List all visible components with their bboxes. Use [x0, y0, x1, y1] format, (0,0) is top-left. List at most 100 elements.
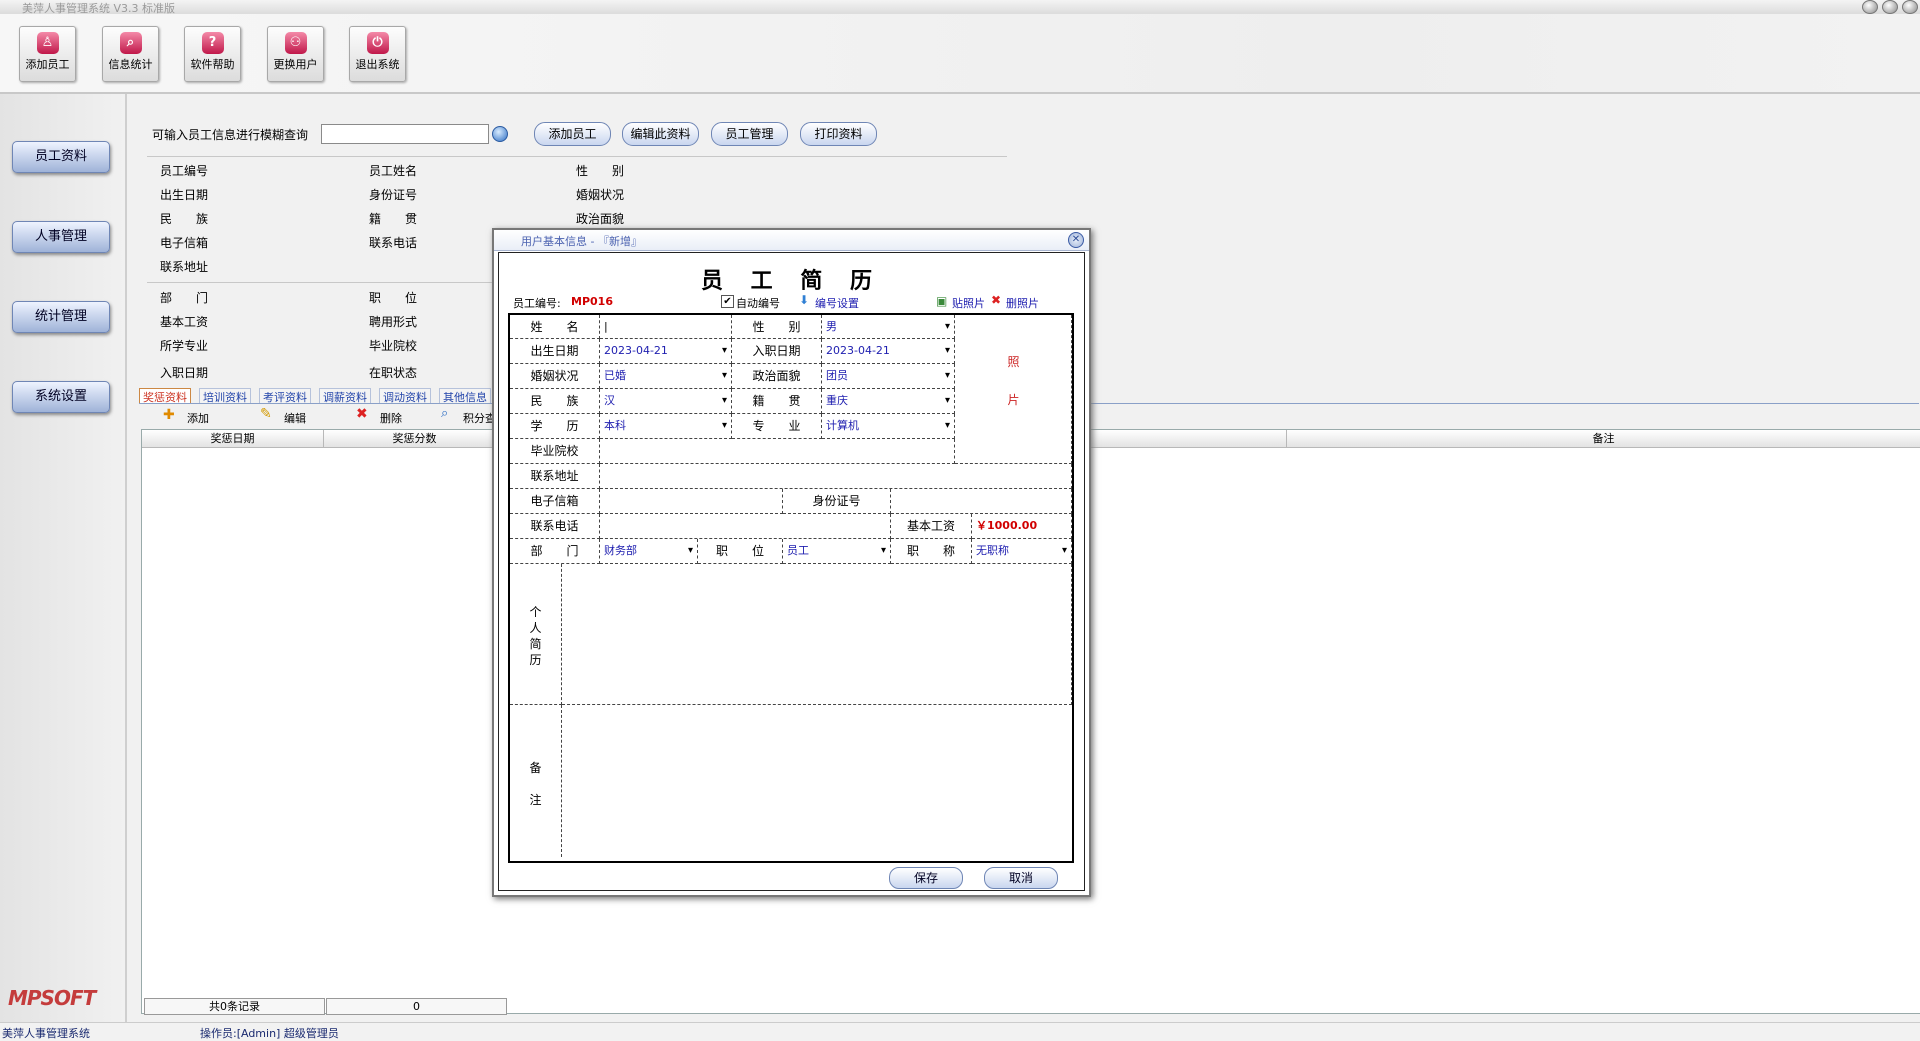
toolbar-add-employee-button[interactable]: ♙ 添加员工 — [19, 26, 76, 82]
photo-label: 片 — [1007, 393, 1020, 407]
main-toolbar: ♙ 添加员工 ⌕ 信息统计 ? 软件帮助 ⚇ 更换用户 ⏻ 退出系统 — [0, 14, 1920, 94]
close-icon[interactable] — [1902, 0, 1918, 14]
photo-label: 照 — [1007, 355, 1020, 369]
tab-training[interactable]: 培训资料 — [199, 388, 251, 404]
paste-photo-link[interactable]: 贴照片 — [952, 295, 985, 311]
marital-select[interactable]: 已婚 — [600, 364, 732, 389]
search-icon[interactable] — [492, 126, 508, 142]
search-prompt: 可输入员工信息进行模糊查询 — [152, 128, 309, 142]
resume-label: 个 人 简 历 — [510, 564, 562, 705]
sidebar-item-system-settings[interactable]: 系统设置 — [12, 381, 110, 413]
tab-rewards[interactable]: 奖惩资料 — [139, 388, 191, 404]
remark-label: 备 注 — [510, 705, 562, 857]
phone-label: 联系电话 — [510, 514, 600, 539]
resume-sheet: 员 工 简 历 员工编号: MP016 ✔ 自动编号 ⬇ 编号设置 ▣ 贴照片 … — [498, 252, 1085, 891]
sidebar-item-hr-management[interactable]: 人事管理 — [12, 221, 110, 253]
toolbar-stats-button[interactable]: ⌕ 信息统计 — [102, 26, 159, 82]
remark-textarea[interactable] — [562, 705, 1072, 857]
image-icon: ▣ — [936, 294, 948, 308]
search-input[interactable] — [321, 124, 489, 144]
info-label: 联系地址 — [160, 260, 209, 274]
origin-select[interactable]: 重庆 — [822, 389, 955, 414]
delete-icon: ✖ — [356, 406, 368, 422]
add-employee-button[interactable]: 添加员工 — [534, 122, 611, 146]
school-input[interactable] — [600, 439, 955, 464]
salary-input[interactable]: ￥1000.00 — [972, 514, 1072, 539]
maximize-icon[interactable] — [1882, 0, 1898, 14]
email-label: 电子信箱 — [510, 489, 600, 514]
address-input[interactable] — [600, 464, 1072, 489]
number-setting-link[interactable]: 编号设置 — [815, 295, 859, 311]
photo-box[interactable]: 照 片 — [955, 315, 1072, 464]
ethnic-select[interactable]: 汉 — [600, 389, 732, 414]
save-button[interactable]: 保存 — [889, 867, 963, 889]
birth-date-picker[interactable]: 2023-04-21 — [600, 339, 732, 364]
edit-record-button[interactable]: 编辑此资料 — [622, 122, 699, 146]
hire-label: 入职日期 — [732, 339, 822, 364]
major-select[interactable]: 计算机 — [822, 414, 955, 439]
resume-textarea[interactable] — [562, 564, 1072, 705]
dept-select[interactable]: 财务部 — [600, 539, 698, 564]
pencil-icon: ✎ — [260, 406, 272, 422]
auto-number-checkbox[interactable]: ✔ — [721, 295, 734, 308]
info-label: 民 族 — [160, 212, 209, 226]
resume-form: 姓 名 | 性 别 男 出生日期 2023-04-21 入职日期 2023-04… — [508, 313, 1074, 863]
phone-input[interactable] — [600, 514, 891, 539]
idcard-input[interactable] — [891, 489, 1072, 514]
power-icon: ⏻ — [366, 32, 389, 54]
edit-record-sub-button[interactable]: 编辑 — [284, 410, 306, 426]
toolbar-help-button[interactable]: ? 软件帮助 — [184, 26, 241, 82]
close-icon[interactable]: ✕ — [1068, 232, 1084, 248]
delete-record-button[interactable]: 删除 — [380, 410, 402, 426]
cancel-button[interactable]: 取消 — [984, 867, 1058, 889]
tab-salary[interactable]: 调薪资料 — [319, 388, 371, 404]
tab-other-info[interactable]: 其他信息 — [439, 388, 491, 404]
title-bar: 美萍人事管理系统 V3.3 标准版 — [0, 0, 1920, 15]
info-label: 员工姓名 — [369, 164, 418, 178]
auto-number-label: 自动编号 — [736, 297, 780, 310]
print-record-button[interactable]: 打印资料 — [800, 122, 877, 146]
minimize-icon[interactable] — [1862, 0, 1878, 14]
grid-header[interactable]: 奖惩日期 — [142, 430, 324, 448]
email-input[interactable] — [600, 489, 783, 514]
info-label: 职 位 — [369, 291, 418, 305]
hire-date-picker[interactable]: 2023-04-21 — [822, 339, 955, 364]
info-label: 员工编号 — [160, 164, 209, 178]
toolbar-switch-user-button[interactable]: ⚇ 更换用户 — [267, 26, 324, 82]
education-select[interactable]: 本科 — [600, 414, 732, 439]
title-label: 职 称 — [891, 539, 972, 564]
arrow-down-icon: ⬇ — [799, 293, 810, 307]
info-label: 聘用形式 — [369, 315, 418, 329]
dialog-title: 用户基本信息 - 『新增』 — [521, 235, 642, 248]
info-label: 身份证号 — [369, 188, 418, 202]
major-label: 专 业 — [732, 414, 822, 439]
birth-label: 出生日期 — [510, 339, 600, 364]
ethnic-label: 民 族 — [510, 389, 600, 414]
toolbar-exit-button[interactable]: ⏻ 退出系统 — [349, 26, 406, 82]
employee-management-button[interactable]: 员工管理 — [711, 122, 788, 146]
sidebar-item-statistics[interactable]: 统计管理 — [12, 301, 110, 333]
info-label: 出生日期 — [160, 188, 209, 202]
tab-evaluation[interactable]: 考评资料 — [259, 388, 311, 404]
info-label: 毕业院校 — [369, 339, 418, 353]
grid-header[interactable]: 备注 — [1287, 430, 1920, 448]
add-record-button[interactable]: 添加 — [187, 410, 209, 426]
tab-transfer[interactable]: 调动资料 — [379, 388, 431, 404]
name-label: 姓 名 — [510, 315, 600, 339]
name-input[interactable]: | — [600, 315, 732, 339]
political-select[interactable]: 团员 — [822, 364, 955, 389]
delete-photo-link[interactable]: 删照片 — [1006, 295, 1039, 311]
info-label: 婚姻状况 — [576, 188, 625, 202]
gender-label: 性 别 — [732, 315, 822, 339]
gender-select[interactable]: 男 — [822, 315, 955, 339]
grid-header[interactable]: 奖惩分数 — [324, 430, 506, 448]
position-label: 职 位 — [698, 539, 783, 564]
info-label: 联系电话 — [369, 236, 418, 250]
salary-label: 基本工资 — [891, 514, 972, 539]
position-select[interactable]: 员工 — [783, 539, 891, 564]
title-select[interactable]: 无职称 — [972, 539, 1072, 564]
marital-label: 婚姻状况 — [510, 364, 600, 389]
sidebar-item-employee-info[interactable]: 员工资料 — [12, 141, 110, 173]
info-label: 性 别 — [576, 164, 625, 178]
address-label: 联系地址 — [510, 464, 600, 489]
